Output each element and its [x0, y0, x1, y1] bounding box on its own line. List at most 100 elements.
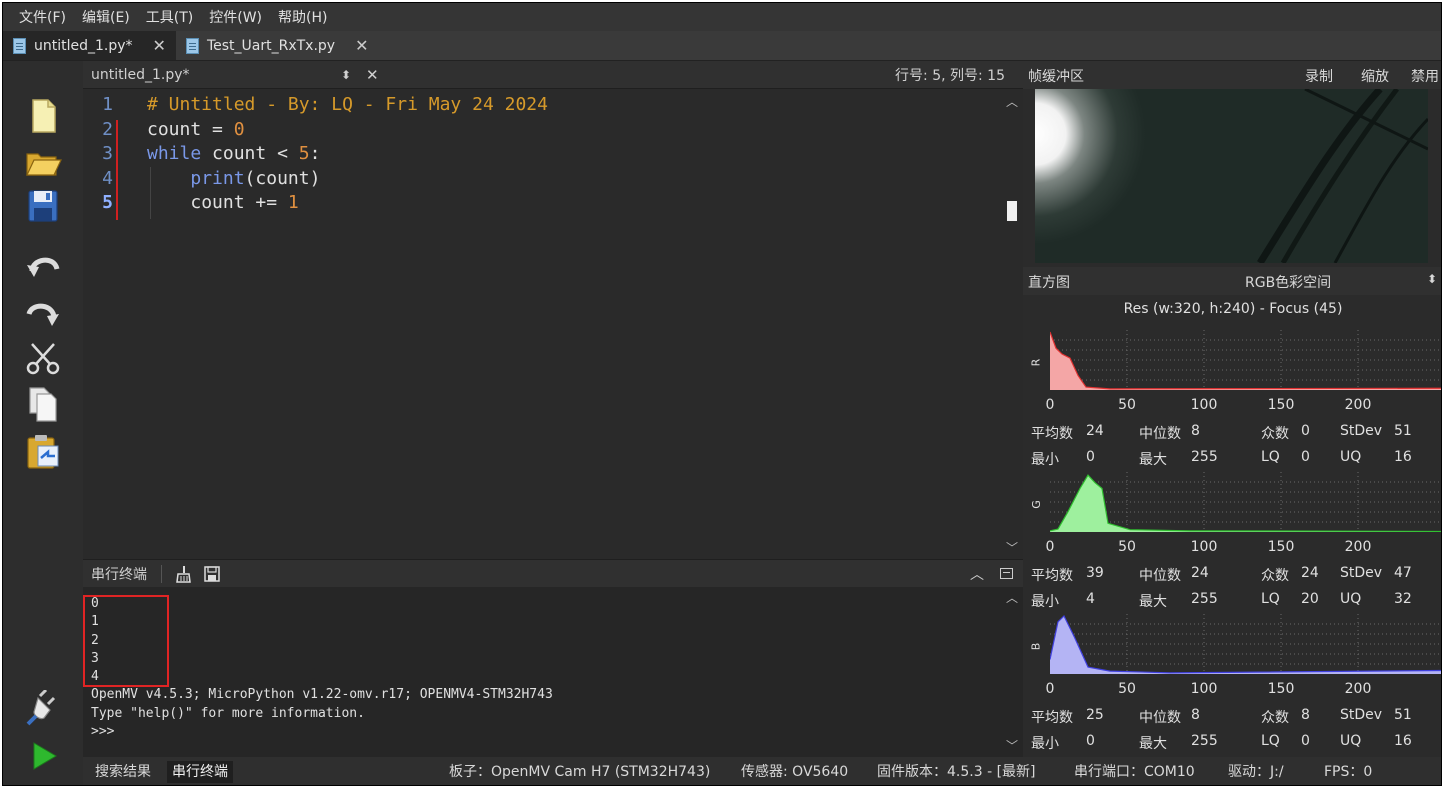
- stat-label: LQ: [1261, 591, 1280, 607]
- document-icon: [13, 37, 26, 54]
- stats-row: 最小 0 最大 255 LQ 0 UQ 16: [1031, 449, 1431, 469]
- stat-label: 最小: [1031, 594, 1059, 610]
- menu-bar: 文件(F) 编辑(E) 工具(T) 控件(W) 帮助(H): [3, 3, 1441, 31]
- drive-info[interactable]: 驱动：J:/: [1228, 761, 1284, 783]
- menu-file[interactable]: 文件(F): [11, 7, 74, 27]
- stat-value: 16: [1394, 449, 1412, 465]
- left-toolbar: [3, 61, 83, 785]
- run-button[interactable]: [23, 736, 63, 776]
- stat-label: LQ: [1261, 733, 1280, 749]
- close-icon[interactable]: ✕: [366, 66, 379, 84]
- stat-label: 中位数: [1139, 426, 1181, 442]
- stat-value: 255: [1191, 733, 1218, 749]
- paste-icon: [27, 435, 59, 469]
- firmware-info[interactable]: 固件版本：4.5.3 - [最新]: [877, 761, 1036, 783]
- tab-search-results[interactable]: 搜索结果: [90, 761, 156, 783]
- chevron-up-icon[interactable]: ︿: [1003, 93, 1021, 110]
- folder-open-icon: [26, 153, 62, 176]
- stat-value: 8: [1191, 423, 1200, 439]
- stat-value: 51: [1394, 707, 1412, 723]
- updown-arrows-icon[interactable]: ⬍: [341, 68, 351, 82]
- chevron-up-icon[interactable]: ︿: [970, 564, 984, 584]
- copy-icon: [29, 387, 57, 422]
- stat-value: 0: [1086, 733, 1095, 749]
- modified-lines-marker: [116, 120, 118, 220]
- tab-serial-terminal[interactable]: 串行终端: [167, 761, 233, 783]
- connect-button[interactable]: [23, 689, 63, 729]
- stat-label: 最大: [1139, 452, 1167, 468]
- scissors-icon: [26, 343, 60, 375]
- undo-button[interactable]: [23, 246, 63, 286]
- camera-frame: [1035, 89, 1428, 263]
- cut-button[interactable]: [23, 339, 63, 379]
- open-file-button[interactable]: [23, 141, 63, 181]
- save-icon: [28, 190, 58, 222]
- file-tab-untitled[interactable]: untitled_1.py* ✕: [3, 31, 176, 60]
- stat-label: UQ: [1340, 733, 1362, 749]
- serial-port-info[interactable]: 串行端口：COM10: [1074, 761, 1195, 783]
- file-tab-label: untitled_1.py*: [34, 37, 133, 54]
- axis-tick-label: 150: [1267, 397, 1295, 413]
- code-line: count = 0: [147, 118, 245, 140]
- code-editor[interactable]: 1 2 3 4 5 # Untitled - By: LQ - Fri May …: [83, 89, 1023, 559]
- maximize-icon[interactable]: [1000, 568, 1013, 579]
- stat-label: 中位数: [1139, 568, 1181, 584]
- stats-row: 最小 0 最大 255 LQ 0 UQ 16: [1031, 733, 1431, 753]
- frame-buffer-title: 帧缓冲区: [1028, 69, 1084, 85]
- color-space-select[interactable]: RGB色彩空间: [1245, 272, 1331, 292]
- axis-tick-label: 50: [1118, 397, 1136, 413]
- stat-label: 众数: [1261, 568, 1289, 584]
- new-file-button[interactable]: [23, 96, 63, 136]
- menu-help[interactable]: 帮助(H): [270, 7, 335, 27]
- stat-value: 0: [1301, 449, 1310, 465]
- scrollbar-thumb[interactable]: [1007, 201, 1017, 221]
- paste-button[interactable]: [23, 431, 63, 471]
- stat-label: StDev: [1340, 707, 1383, 723]
- record-button[interactable]: 录制: [1305, 66, 1333, 86]
- plug-icon: [26, 690, 56, 726]
- axis-tick-label: 100: [1190, 397, 1218, 413]
- line-number: 2: [102, 118, 113, 140]
- stat-value: 8: [1301, 707, 1310, 723]
- zoom-button[interactable]: 缩放: [1361, 66, 1389, 86]
- close-icon[interactable]: ✕: [153, 36, 166, 55]
- editor-header: untitled_1.py* ⬍ ✕ 行号: 5, 列号: 15: [83, 61, 1023, 89]
- cursor-position: 行号: 5, 列号: 15: [895, 67, 1005, 84]
- clear-terminal-button[interactable]: [173, 565, 191, 587]
- menu-tools[interactable]: 工具(T): [138, 7, 201, 27]
- sensor-info: 传感器: OV5640: [741, 764, 849, 780]
- channel-label: B: [1029, 642, 1043, 651]
- stat-value: 4: [1086, 591, 1095, 607]
- code-line: count += 1: [190, 192, 299, 213]
- save-terminal-button[interactable]: [203, 565, 221, 587]
- stat-value: 0: [1086, 449, 1095, 465]
- menu-edit[interactable]: 编辑(E): [74, 7, 138, 27]
- histogram-line: [1050, 474, 1441, 533]
- chevron-down-icon[interactable]: ﹀: [1003, 539, 1021, 556]
- updown-arrows-icon[interactable]: ⬍: [1427, 272, 1437, 286]
- stat-value: 8: [1191, 707, 1200, 723]
- editor-filename[interactable]: untitled_1.py*: [91, 67, 190, 83]
- copy-button[interactable]: [23, 384, 63, 424]
- chevron-down-icon[interactable]: ﹀: [1003, 737, 1021, 754]
- menu-widgets[interactable]: 控件(W): [201, 7, 270, 27]
- chevron-up-icon[interactable]: ︿: [1003, 589, 1021, 606]
- editor-scrollbar[interactable]: ︿ ﹀: [1003, 89, 1021, 559]
- disable-button[interactable]: 禁用: [1411, 66, 1439, 86]
- axis-tick-label: 0: [1045, 397, 1055, 413]
- axis-tick-label: 150: [1267, 539, 1295, 555]
- undo-icon: [27, 257, 60, 277]
- code-content[interactable]: # Untitled - By: LQ - Fri May 24 2024 cou…: [147, 93, 548, 216]
- terminal-scrollbar[interactable]: ︿ ﹀: [1003, 587, 1021, 757]
- serial-terminal[interactable]: 0 1 2 3 4 OpenMV v4.5.3; MicroPython v1.22-om…: [83, 587, 1023, 757]
- stat-value: 255: [1191, 591, 1218, 607]
- redo-button[interactable]: [23, 293, 63, 333]
- stat-value: 20: [1301, 591, 1319, 607]
- file-tab-test-uart[interactable]: Test_Uart_RxTx.py ✕: [175, 31, 379, 60]
- close-icon[interactable]: ✕: [355, 36, 368, 55]
- fps-info: FPS：0: [1324, 764, 1373, 780]
- line-number: 1: [102, 94, 113, 115]
- histogram-axis: 0 50 100 150 200: [1023, 539, 1441, 557]
- save-file-button[interactable]: [23, 186, 63, 226]
- histogram-axis: 0 50 100 150 200: [1023, 397, 1441, 415]
